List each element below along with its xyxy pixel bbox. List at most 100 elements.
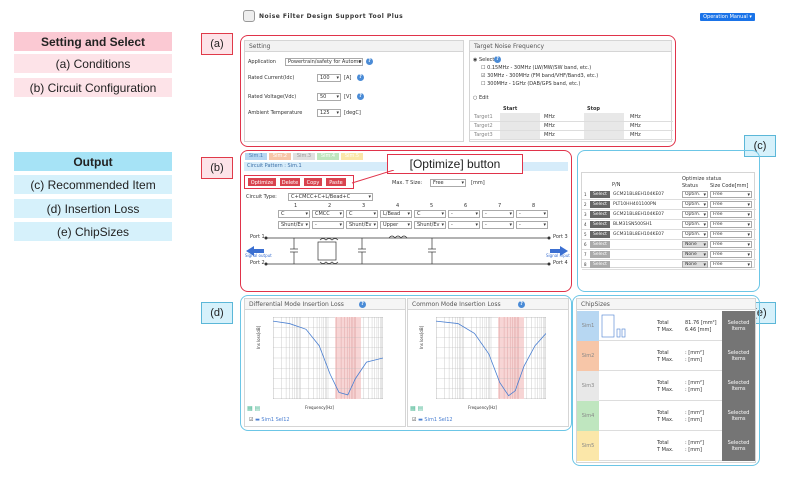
col-num: 1 — [294, 203, 298, 209]
size-select[interactable]: Free — [710, 231, 752, 238]
delete-button[interactable]: Delete — [279, 177, 301, 187]
temperature-label: Ambient Temperature — [248, 110, 303, 116]
max-size-select[interactable]: Free — [430, 179, 466, 187]
tab-sim4[interactable]: Sim.4 — [317, 153, 339, 160]
select-button[interactable]: Select — [590, 211, 610, 218]
freq-option-3[interactable]: ☐ 300MHz - 1GHz (DAB/GPS band, etc.) — [481, 81, 580, 87]
copy-button[interactable]: Copy — [303, 177, 323, 187]
freq-option-2[interactable]: ☑ 30MHz - 300MHz (FM band/VHF/Band3, etc… — [481, 73, 598, 79]
application-select[interactable]: Powertrain/safety for Automotive — [285, 58, 363, 66]
paste-button[interactable]: Paste — [325, 177, 347, 187]
dm-loss-chart: 100k1M10M100M1G — [273, 317, 383, 399]
temperature-select[interactable]: 125 — [317, 109, 341, 117]
edit-radio[interactable]: ○ Edit — [473, 95, 489, 101]
size-select[interactable]: Free — [710, 251, 752, 258]
part-number: GCM21BL8EH104KE07 — [613, 192, 665, 197]
status-select[interactable]: None — [682, 261, 708, 268]
row-number: 2 — [584, 202, 587, 207]
element-mount-select[interactable]: Shunt/Ev — [278, 221, 310, 229]
help-icon[interactable]: ? — [518, 301, 525, 308]
element-mount-select[interactable]: - — [448, 221, 480, 229]
sim-label: Sim4 — [577, 401, 599, 431]
row-number: 6 — [584, 242, 587, 247]
element-type-select[interactable]: - — [448, 210, 480, 218]
table-row: 6Select NoneFree — [582, 240, 756, 250]
status-select[interactable]: None — [682, 241, 708, 248]
size-select[interactable]: Free — [710, 191, 752, 198]
cm-loss-title: Common Mode Insertion Loss — [408, 299, 568, 310]
selected-items-button[interactable]: Selected Items — [722, 341, 755, 371]
legend-conditions: (a) Conditions — [14, 54, 172, 73]
max-size-label: Max. T Size: — [392, 180, 423, 186]
legend-insertion-loss: (d) Insertion Loss — [14, 199, 172, 218]
tab-sim1[interactable]: Sim.1 — [245, 153, 267, 160]
freq-option-1[interactable]: ☐ 0.15MHz - 30MHz (LW/MW/SW band, etc.) — [481, 65, 591, 71]
legend-circuit: (b) Circuit Configuration — [14, 78, 172, 97]
status-select[interactable]: Optim. — [682, 221, 708, 228]
select-button[interactable]: Select — [590, 231, 610, 238]
select-button[interactable]: Select — [590, 241, 610, 248]
dm-chart-icon[interactable]: ▦ ▤ — [247, 405, 260, 412]
help-icon[interactable]: ? — [357, 93, 364, 100]
size-select[interactable]: Free — [710, 211, 752, 218]
select-button[interactable]: Select — [590, 201, 610, 208]
optimize-button[interactable]: Optimize — [247, 177, 277, 187]
help-icon[interactable]: ? — [366, 58, 373, 65]
select-button[interactable]: Select — [590, 261, 610, 268]
tmax-label: T Max. — [657, 387, 674, 393]
total-value: : [mm²] — [685, 350, 704, 356]
circuit-type-select[interactable]: C+CMCC+C+L/Bead+C — [288, 193, 373, 201]
chipsizes-title: ChipSizes — [577, 299, 755, 310]
dm-series[interactable]: ☑ ▬ Sim1 Sel12 — [249, 417, 290, 423]
element-mount-select[interactable]: - — [516, 221, 548, 229]
selected-items-button[interactable]: Selected Items — [722, 311, 755, 341]
col-status: Status — [682, 183, 698, 189]
size-select[interactable]: Free — [710, 221, 752, 228]
size-select[interactable]: Free — [710, 261, 752, 268]
select-button[interactable]: Select — [590, 221, 610, 228]
help-icon[interactable]: ? — [359, 301, 366, 308]
status-select[interactable]: Optim. — [682, 231, 708, 238]
cm-series[interactable]: ☑ ▬ Sim1 Sel12 — [412, 417, 453, 423]
help-icon[interactable]: ? — [494, 56, 501, 63]
legend-output-heading: Output — [14, 152, 172, 171]
current-select[interactable]: 100 — [317, 74, 341, 82]
app-title: Noise Filter Design Support Tool Plus — [259, 13, 404, 20]
cm-chart-icon[interactable]: ▦ ▤ — [410, 405, 423, 412]
tab-sim3[interactable]: Sim.3 — [293, 153, 315, 160]
size-select[interactable]: Free — [710, 201, 752, 208]
element-type-select[interactable]: - — [516, 210, 548, 218]
element-type-select[interactable]: C — [346, 210, 378, 218]
operation-manual-button[interactable]: Operation Manual ▾ — [700, 13, 755, 21]
tab-sim5[interactable]: Sim.5 — [341, 153, 363, 160]
status-select[interactable]: Optim. — [682, 211, 708, 218]
tmax-label: T Max. — [657, 327, 674, 333]
element-type-select[interactable]: CMCC — [312, 210, 344, 218]
col-num: 2 — [328, 203, 332, 209]
selected-items-button[interactable]: Selected Items — [722, 401, 755, 431]
unit: MHz — [544, 114, 555, 120]
element-mount-select[interactable]: - — [482, 221, 514, 229]
element-type-select[interactable]: C — [414, 210, 446, 218]
select-radio[interactable]: ◉ Select — [473, 57, 494, 63]
element-type-select[interactable]: L/Bead — [380, 210, 412, 218]
voltage-select[interactable]: 50 — [317, 93, 341, 101]
current-unit: [A] — [344, 75, 352, 81]
status-select[interactable]: Optim. — [682, 191, 708, 198]
size-select[interactable]: Free — [710, 241, 752, 248]
selected-items-button[interactable]: Selected Items — [722, 431, 755, 461]
help-icon[interactable]: ? — [357, 74, 364, 81]
element-type-select[interactable]: - — [482, 210, 514, 218]
selected-items-button[interactable]: Selected Items — [722, 371, 755, 401]
element-mount-select[interactable]: - — [312, 221, 344, 229]
select-button[interactable]: Select — [590, 191, 610, 198]
status-select[interactable]: None — [682, 251, 708, 258]
element-type-select[interactable]: C — [278, 210, 310, 218]
tab-sim2[interactable]: Sim.2 — [269, 153, 291, 160]
element-mount-select[interactable]: Shunt/Ev — [414, 221, 446, 229]
select-button[interactable]: Select — [590, 251, 610, 258]
status-select[interactable]: Optim. — [682, 201, 708, 208]
target-panel: Target Noise Frequency ◉ Select ? ☐ 0.15… — [469, 40, 673, 142]
element-mount-select[interactable]: Upper — [380, 221, 412, 229]
element-mount-select[interactable]: Shunt/Ev — [346, 221, 378, 229]
